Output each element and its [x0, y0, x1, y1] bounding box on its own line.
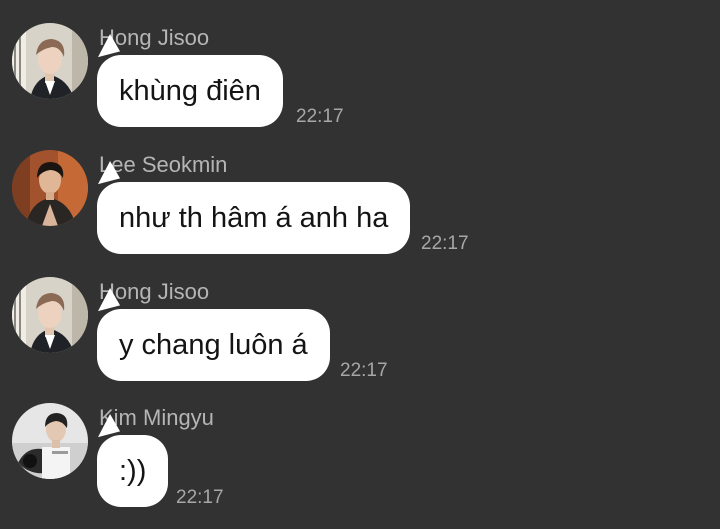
- timestamp: 22:17: [421, 233, 469, 254]
- avatar[interactable]: [12, 23, 88, 99]
- message-row: Hong Jisoo khùng điên 22:17: [0, 23, 720, 149]
- avatar[interactable]: [12, 150, 88, 226]
- message-text: :)): [119, 455, 147, 487]
- message-bubble[interactable]: y chang luôn á: [97, 309, 330, 381]
- message-bubble[interactable]: :)): [97, 435, 169, 507]
- timestamp: 22:17: [296, 106, 344, 127]
- avatar[interactable]: [12, 277, 88, 353]
- timestamp: 22:17: [340, 360, 388, 381]
- avatar[interactable]: [12, 403, 88, 479]
- message-bubble[interactable]: như th hâm á anh ha: [97, 182, 411, 254]
- message-text: y chang luôn á: [119, 329, 308, 361]
- message-text: như th hâm á anh ha: [119, 202, 389, 234]
- message-row: Kim Mingyu :)) 22:17: [0, 403, 720, 529]
- avatar-hong-jisoo-image: [12, 277, 88, 353]
- message-row: Lee Seokmin như th hâm á anh ha 22:17: [0, 150, 720, 276]
- avatar-kim-mingyu-image: [12, 403, 88, 479]
- avatar-hong-jisoo-image: [12, 23, 88, 99]
- message-row: Hong Jisoo y chang luôn á 22:17: [0, 277, 720, 403]
- message-text: khùng điên: [119, 75, 261, 107]
- message-bubble[interactable]: khùng điên: [97, 55, 283, 127]
- avatar-lee-seokmin-image: [12, 150, 88, 226]
- timestamp: 22:17: [176, 487, 224, 508]
- sender-name: Lee Seokmin: [99, 152, 228, 177]
